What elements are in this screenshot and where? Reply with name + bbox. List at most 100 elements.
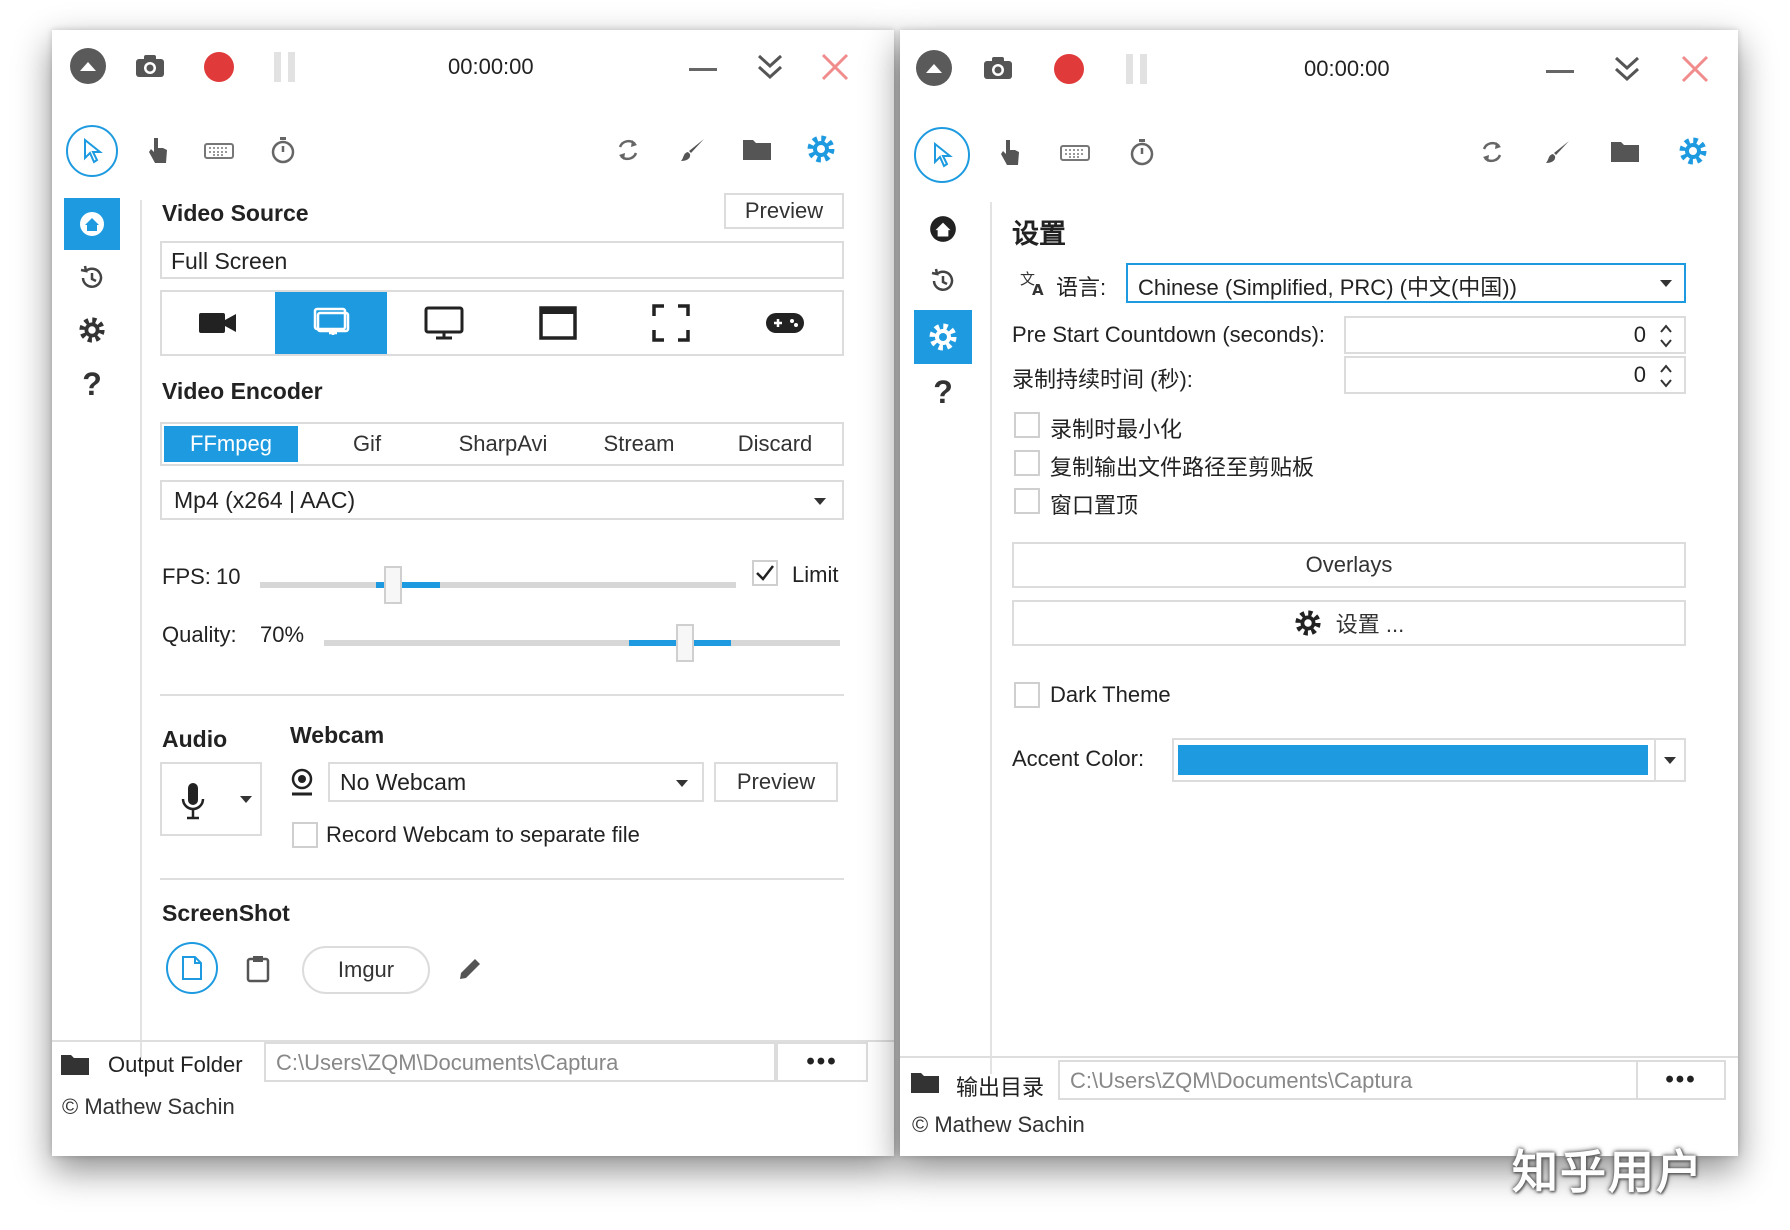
webcam-preview-button[interactable]: Preview — [714, 762, 838, 802]
close-icon[interactable] — [1680, 54, 1710, 84]
brush-icon[interactable] — [1542, 135, 1574, 169]
minimize-icon[interactable] — [1546, 70, 1574, 73]
captura-window-main: 00:00:00 ? Video Source Preview Full Scr… — [52, 30, 894, 1156]
sidebar-divider — [990, 202, 992, 1074]
duration-label: 录制持续时间 (秒): — [1012, 367, 1193, 392]
hand-click-icon[interactable] — [142, 134, 174, 168]
tab-sharpavi[interactable]: SharpAvi — [436, 426, 570, 462]
browse-more-button[interactable]: ••• — [776, 1042, 868, 1082]
settings-more-button[interactable]: 设置 ... — [1012, 600, 1686, 646]
cursor-icon[interactable] — [66, 125, 118, 177]
browse-more-button[interactable]: ••• — [1636, 1060, 1726, 1100]
folder-icon[interactable] — [60, 1052, 90, 1076]
spinner-arrows-icon[interactable] — [1658, 362, 1674, 390]
stopwatch-icon[interactable] — [1126, 135, 1158, 169]
accent-color-select[interactable] — [1172, 738, 1686, 782]
overlays-button[interactable]: Overlays — [1012, 542, 1686, 588]
spinner-arrows-icon[interactable] — [1658, 322, 1674, 350]
imgur-button[interactable]: Imgur — [302, 946, 430, 994]
sidebar-item-help[interactable]: ? — [74, 364, 110, 404]
tab-stream[interactable]: Stream — [572, 426, 706, 462]
divider — [160, 694, 844, 696]
tab-gif[interactable]: Gif — [300, 426, 434, 462]
format-select[interactable]: Mp4 (x264 | AAC) — [160, 480, 844, 520]
fps-slider-thumb[interactable] — [384, 566, 402, 604]
folder-icon[interactable] — [910, 1070, 940, 1094]
output-folder-path[interactable]: C:\Users\ZQM\Documents\Captura — [264, 1042, 776, 1082]
copy-path-label: 复制输出文件路径至剪贴板 — [1050, 455, 1315, 480]
countdown-value: 0 — [1633, 322, 1646, 347]
region-icon[interactable] — [615, 292, 727, 354]
separate-file-checkbox[interactable] — [292, 822, 318, 848]
camera-icon[interactable] — [980, 52, 1016, 84]
stopwatch-icon[interactable] — [267, 133, 299, 167]
desktop-source-button[interactable] — [275, 292, 387, 354]
gear-icon[interactable] — [1676, 134, 1710, 168]
video-camera-icon[interactable] — [162, 292, 274, 354]
folder-icon[interactable] — [740, 134, 774, 164]
settings-more-label: 设置 ... — [1335, 612, 1405, 637]
monitor-icon[interactable] — [388, 292, 500, 354]
collapse-icon[interactable] — [70, 48, 106, 84]
chevron-down-icon — [240, 796, 252, 803]
format-value: Mp4 (x264 | AAC) — [174, 487, 356, 513]
sidebar-item-history[interactable] — [74, 260, 110, 296]
camera-icon[interactable] — [132, 50, 168, 82]
webcam-select[interactable]: No Webcam — [328, 762, 704, 802]
tab-discard[interactable]: Discard — [708, 426, 842, 462]
microphone-select[interactable] — [160, 762, 262, 836]
always-on-top-checkbox[interactable] — [1014, 488, 1040, 514]
sidebar-item-help[interactable]: ? — [924, 372, 962, 412]
minimize-on-record-checkbox[interactable] — [1014, 412, 1040, 438]
output-folder-label: 输出目录 — [956, 1075, 1045, 1100]
gear-icon[interactable] — [804, 132, 838, 166]
window-icon[interactable] — [502, 292, 614, 354]
sidebar-item-history[interactable] — [924, 262, 962, 300]
tab-ffmpeg[interactable]: FFmpeg — [164, 426, 298, 462]
cursor-icon[interactable] — [914, 127, 970, 183]
minimize-icon[interactable] — [689, 68, 717, 71]
output-folder-path[interactable]: C:\Users\ZQM\Documents\Captura — [1058, 1060, 1638, 1100]
folder-icon[interactable] — [1608, 136, 1642, 166]
separate-file-label: Record Webcam to separate file — [326, 822, 640, 847]
divider — [160, 878, 844, 880]
countdown-stepper[interactable]: 0 — [1344, 316, 1686, 354]
quality-slider[interactable] — [324, 624, 840, 662]
pencil-icon[interactable] — [454, 952, 486, 986]
refresh-icon[interactable] — [612, 133, 644, 167]
record-button[interactable] — [204, 52, 234, 82]
record-button[interactable] — [1054, 54, 1084, 84]
countdown-label: Pre Start Countdown (seconds): — [1012, 322, 1326, 347]
pause-icon[interactable] — [1122, 54, 1152, 84]
sidebar-item-settings[interactable] — [74, 312, 110, 348]
save-to-disk-button[interactable] — [166, 942, 218, 994]
limit-checkbox[interactable] — [752, 560, 778, 586]
brush-icon[interactable] — [677, 133, 709, 167]
sidebar-item-home[interactable] — [64, 198, 120, 250]
close-icon[interactable] — [820, 52, 850, 82]
collapse-icon[interactable] — [916, 50, 952, 86]
clipboard-icon[interactable] — [242, 952, 274, 986]
gamepad-icon[interactable] — [728, 292, 842, 354]
dark-theme-checkbox[interactable] — [1014, 682, 1040, 708]
sidebar-item-settings[interactable] — [914, 310, 972, 364]
webcam-title: Webcam — [290, 722, 385, 748]
double-chevron-down-icon[interactable] — [1612, 52, 1642, 86]
quality-slider-thumb[interactable] — [676, 624, 694, 662]
video-source-preview-button[interactable]: Preview — [724, 193, 844, 229]
sidebar-item-home[interactable] — [924, 210, 962, 248]
hand-click-icon[interactable] — [994, 136, 1026, 170]
timer: 00:00:00 — [1304, 56, 1390, 81]
refresh-icon[interactable] — [1476, 135, 1508, 169]
history-icon — [931, 268, 954, 291]
duration-stepper[interactable]: 0 — [1344, 356, 1686, 394]
double-chevron-down-icon[interactable] — [755, 50, 785, 84]
accent-color-label: Accent Color: — [1012, 746, 1145, 771]
keyboard-icon[interactable] — [1058, 142, 1092, 164]
pause-icon[interactable] — [270, 52, 300, 82]
language-select[interactable]: Chinese (Simplified, PRC) (中文(中国)) — [1126, 263, 1686, 303]
monitor-duplicate-icon — [313, 307, 350, 335]
copy-path-checkbox[interactable] — [1014, 450, 1040, 476]
fps-slider[interactable] — [260, 566, 736, 604]
keyboard-icon[interactable] — [202, 140, 236, 162]
